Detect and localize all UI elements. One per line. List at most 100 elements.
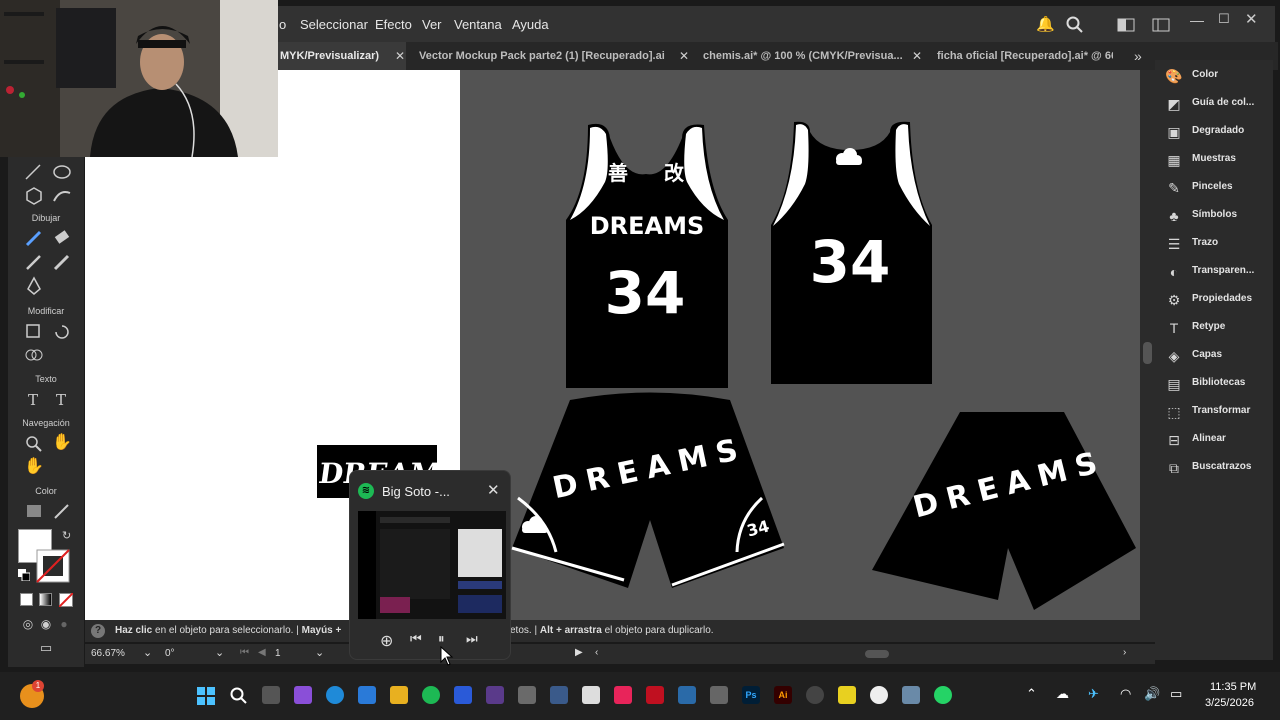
netflix-icon[interactable] [646,686,664,704]
windows-start-icon[interactable] [197,687,215,705]
panel-align[interactable]: ⊟ Alinear [1165,429,1273,451]
menu-item-ver[interactable]: Ver [422,17,442,32]
app-icon[interactable] [518,686,536,704]
gradient-tool-icon[interactable] [22,500,46,522]
type-on-path-tool-icon[interactable]: T [22,388,46,410]
eraser-tool-icon[interactable] [50,227,74,249]
panel-gradient[interactable]: ▣ Degradado [1165,121,1273,143]
tray-overflow-chevron-icon[interactable]: ⌃ [1026,686,1037,702]
canvas-area[interactable]: 善 改 DREAMS 34 34 34 DREAMS DREAMS [460,70,1140,620]
menu-item-objeto[interactable]: o [279,17,286,32]
store-icon[interactable] [358,686,376,704]
previous-track-icon[interactable]: ⏮ [410,631,422,647]
rotation-field[interactable]: 0° [165,648,175,659]
panel-pathfinder[interactable]: ⧉ Buscatrazos [1165,457,1273,479]
panel-layers[interactable]: ◈ Capas [1165,345,1273,367]
ellipse-tool-icon[interactable] [50,161,74,183]
shape-builder-tool-icon[interactable] [22,344,46,366]
minimize-icon[interactable]: — [1190,12,1204,28]
menu-item-seleccionar[interactable]: Seleccionar [300,17,368,32]
workspace-layout-icon[interactable] [1117,18,1135,32]
panel-properties[interactable]: ⚙ Propiedades [1165,289,1273,311]
spotify-taskbar-icon[interactable] [422,686,440,704]
artboard-number-field[interactable]: 1 [275,648,281,659]
shaper-tool-icon[interactable] [50,185,74,207]
tab-vector-mockup[interactable]: Vector Mockup Pack parte2 (1) [Recuperad… [419,42,669,70]
rotate-view-tool-icon[interactable]: ✋ [22,456,46,478]
horizontal-scrollbar-thumb[interactable] [865,650,889,658]
edge-browser-icon[interactable] [326,686,344,704]
zoom-field[interactable]: 66.67% [91,648,125,659]
close-tab-icon[interactable]: ✕ [395,42,405,70]
panel-transform[interactable]: ⬚ Transformar [1165,401,1273,423]
close-tab-icon[interactable]: ✕ [679,42,689,70]
line-tool-icon[interactable] [22,161,46,183]
tray-app-icon[interactable]: ✈ [1088,686,1099,702]
shorts-front[interactable]: 34 DREAMS [511,392,785,589]
panel-retype[interactable]: T Retype [1165,317,1273,339]
vertical-scrollbar[interactable] [1140,70,1155,640]
notification-bell-icon[interactable]: 🔔 [1036,15,1055,33]
clock-time[interactable]: 11:35 PM [1210,681,1256,693]
scrollbar-thumb[interactable] [1143,342,1152,364]
music-app-icon[interactable] [614,686,632,704]
task-view-icon[interactable] [262,686,280,704]
clock-date[interactable]: 3/25/2026 [1205,697,1254,709]
tab-current-document[interactable]: MYK/Previsualizar) [278,42,406,70]
panel-transparency[interactable]: ◐ Transparen... [1165,261,1273,283]
panel-color-guide[interactable]: ◩ Guía de col... [1165,93,1273,115]
game-app-icon[interactable] [486,686,504,704]
panel-color[interactable]: 🎨 Color [1165,65,1273,87]
copilot-icon[interactable] [294,686,312,704]
none-mode-icon[interactable] [59,593,73,607]
wifi-icon[interactable]: ◠ [1120,686,1131,702]
prev-artboard-icon[interactable]: ◀ [258,647,266,658]
screen-mode-icon[interactable]: ▭ [34,637,58,659]
help-icon[interactable]: ? [91,624,105,638]
pause-icon[interactable]: ⏸ [438,631,445,647]
chrome-icon[interactable] [806,686,824,704]
swap-colors-icon[interactable]: ↻ [62,529,71,542]
next-track-icon[interactable]: ⏭ [466,631,478,647]
jersey-front[interactable]: 善 改 DREAMS 34 [566,123,728,389]
cloud-sync-icon[interactable]: ☁ [1056,686,1069,702]
blob-brush-tool-icon[interactable] [50,251,74,273]
maximize-icon[interactable]: ☐ [1218,11,1230,27]
sticky-notes-icon[interactable] [838,686,856,704]
settings-icon[interactable] [902,686,920,704]
notes-app-icon[interactable] [582,686,600,704]
search-icon[interactable] [1066,16,1084,34]
zoom-tool-icon[interactable] [22,432,46,454]
scroll-right-end-icon[interactable]: › [1123,647,1126,658]
taskbar-search-icon[interactable] [230,687,248,705]
close-window-icon[interactable]: ✕ [1245,10,1258,28]
paintbrush-tool-icon[interactable] [22,251,46,273]
hand-tool-icon[interactable]: ✋ [50,432,74,454]
panel-stroke[interactable]: ☰ Trazo [1165,233,1273,255]
photoshop-icon[interactable]: Ps [742,686,760,704]
jersey-back[interactable]: 34 [771,121,932,384]
default-colors-icon[interactable] [18,569,30,581]
rotate-tool-icon[interactable] [50,320,74,342]
panel-swatches[interactable]: ▦ Muestras [1165,149,1273,171]
app-icon[interactable] [710,686,728,704]
panel-libraries[interactable]: ▤ Bibliotecas [1165,373,1273,395]
add-to-library-icon[interactable]: ⊕ [380,631,393,651]
app-icon[interactable] [550,686,568,704]
eyedropper-tool-icon[interactable] [50,500,74,522]
panel-toggle-icon[interactable] [1152,18,1170,32]
pen-tool-icon[interactable] [22,275,46,297]
security-icon[interactable] [454,686,472,704]
tab-ficha-oficial[interactable]: ficha oficial [Recuperado].ai* @ 66 [937,42,1113,70]
polygon-tool-icon[interactable] [22,185,46,207]
stroke-swatch[interactable] [36,549,70,583]
color-mode-icon[interactable] [20,593,33,606]
type-tool-icon[interactable]: T [50,388,74,410]
spotify-mini-player[interactable]: ≋ Big Soto -... ✕ ⊕ ⏮ ⏸ ⏭ [349,470,511,660]
file-explorer-icon[interactable] [390,686,408,704]
pencil-tool-icon[interactable] [22,227,46,249]
gradient-mode-icon[interactable] [39,593,52,606]
menu-item-efecto[interactable]: Efecto [375,17,412,32]
shorts-back[interactable]: DREAMS [872,412,1136,610]
draw-inside-icon[interactable]: ● [52,613,76,635]
